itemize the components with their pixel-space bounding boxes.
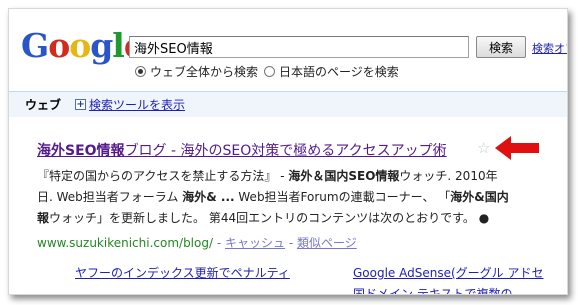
logo-letter: o	[48, 26, 70, 65]
radio-all-web[interactable]	[135, 66, 146, 77]
result-title-bold: 海外SEO情報	[37, 143, 125, 159]
web-label: ウェブ	[25, 98, 62, 112]
logo-letter: G	[21, 26, 49, 65]
plus-icon[interactable]: +	[75, 99, 87, 110]
url-separator: -	[213, 236, 225, 250]
search-button[interactable]: 検索	[476, 36, 526, 58]
show-search-tools-link[interactable]: 検索ツールを表示	[89, 96, 185, 113]
similar-pages-link[interactable]: 類似ページ	[297, 236, 357, 250]
logo-letter: g	[90, 26, 113, 65]
snippet-line: 日. Web担当者フォーラム 海外& ... Web担当者Forumの連載コーナ…	[37, 190, 509, 204]
language-radio-group: ウェブ全体から検索 日本語のページを検索	[135, 63, 405, 80]
red-arrow-icon	[495, 136, 539, 160]
sitelink-left[interactable]: ヤフーのインデックス更新でペナルティ	[75, 264, 290, 281]
snippet-line: 報ウォッチ」を更新しました。 第44回エントリのコンテンツは次のとおりです。 ●	[37, 211, 490, 225]
cache-link[interactable]: キャッシュ	[225, 236, 285, 250]
advanced-search-link[interactable]: 検索オプ	[532, 40, 567, 56]
url-separator: -	[285, 236, 297, 250]
result-snippet: 『特定の国からのアクセスを禁止する方法』 - 海外＆国内SEO情報ウォッチ. 2…	[37, 166, 562, 229]
search-input[interactable]	[129, 36, 469, 58]
screenshot-frame: Google 検索 検索オプ ウェブ全体から検索 日本語のページを検索 ウェブ …	[8, 8, 568, 295]
result-title-link[interactable]: 海外SEO情報ブログ - 海外のSEO対策で極めるアクセスアップ術	[37, 140, 447, 160]
star-icon[interactable]: ☆	[477, 139, 490, 157]
result-url-row: www.suzukikenichi.com/blog/ - キャッシュ - 類似…	[37, 234, 357, 251]
radio-japanese-pages[interactable]	[264, 66, 276, 77]
logo-letter: o	[69, 26, 91, 65]
radio-all-web-label[interactable]: ウェブ全体から検索	[150, 63, 258, 80]
google-logo[interactable]: Google	[21, 26, 145, 65]
sitelink-right[interactable]: Google AdSense(グーグル アドセ	[353, 264, 543, 281]
search-tools-bar: ウェブ + 検索ツールを表示	[9, 91, 567, 117]
sitelink-right-line2[interactable]: 国ドメイン テキストで複数の	[353, 285, 512, 294]
logo-letter: l	[112, 26, 125, 65]
radio-japanese-pages-label[interactable]: 日本語のページを検索	[279, 63, 399, 80]
snippet-line: 『特定の国からのアクセスを禁止する方法』 - 海外＆国内SEO情報ウォッチ. 2…	[37, 169, 498, 183]
result-url: www.suzukikenichi.com/blog/	[37, 236, 214, 250]
result-title-rest: ブログ - 海外のSEO対策で極めるアクセスアップ術	[124, 143, 447, 159]
